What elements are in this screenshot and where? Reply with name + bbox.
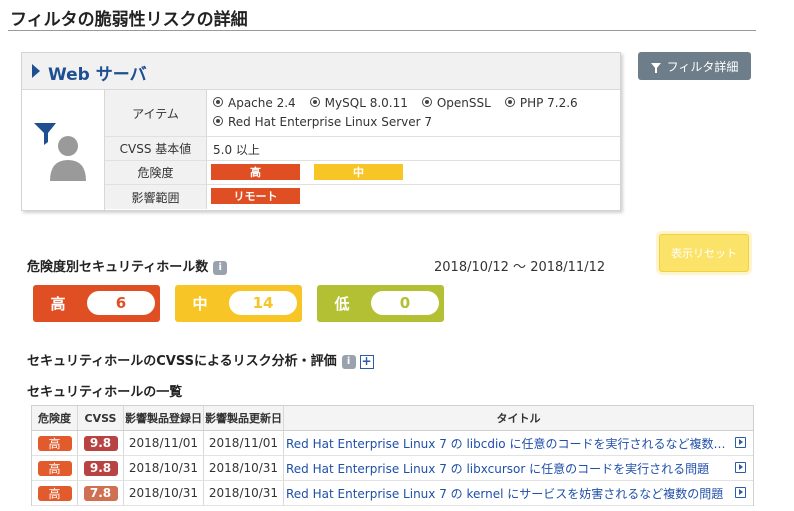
row-title-link[interactable]: Red Hat Enterprise Linux 7 の kernel にサービ… bbox=[286, 481, 726, 505]
filter-icon-cell bbox=[22, 90, 105, 210]
filter-user-icon bbox=[34, 123, 86, 181]
open-detail-icon[interactable] bbox=[735, 437, 746, 448]
filter-name: Web サーバ bbox=[48, 65, 147, 85]
caret-right-icon bbox=[32, 64, 40, 78]
severity-badge: 高 bbox=[37, 485, 72, 501]
filter-row-scope: 影響範囲 リモート bbox=[105, 185, 620, 209]
scope-label: 影響範囲 bbox=[105, 185, 207, 209]
date-range: 2018/10/12 ～ 2018/11/12 bbox=[434, 260, 606, 275]
filter-row-severity: 危険度 高 中 bbox=[105, 161, 620, 185]
filter-card: Web サーバ アイテム Apache 2.4 MySQL 8.0.11 OpenS… bbox=[21, 52, 621, 211]
table-header: 危険度 CVSS 影響製品登録日 影響製品更新日 タイトル bbox=[32, 406, 753, 431]
registered-date: 2018/10/31 bbox=[124, 481, 204, 505]
severity-summary-heading: 危険度別セキュリティホール数 i bbox=[27, 256, 228, 275]
info-icon[interactable]: i bbox=[341, 354, 356, 369]
row-title-link[interactable]: Red Hat Enterprise Linux 7 の libcdio に任意… bbox=[286, 431, 726, 455]
severity-label: 危険度 bbox=[105, 161, 207, 184]
bullet-icon bbox=[421, 97, 432, 107]
item-php: PHP 7.2.6 bbox=[504, 94, 578, 113]
updated-date: 2018/11/01 bbox=[204, 431, 284, 455]
item-mysql: MySQL 8.0.11 bbox=[309, 94, 408, 113]
severity-badge: 高 bbox=[37, 460, 72, 476]
count-high-label: 高 bbox=[50, 295, 66, 313]
filter-card-header[interactable]: Web サーバ bbox=[22, 53, 620, 90]
table-row[interactable]: 高 9.8 2018/10/31 2018/10/31 Red Hat Enterpri… bbox=[32, 456, 753, 481]
filter-detail-label: フィルタ詳細 bbox=[666, 59, 739, 74]
bullet-icon bbox=[309, 97, 320, 107]
filter-detail-button[interactable]: フィルタ詳細 bbox=[638, 52, 751, 80]
cvss-label: CVSS 基本値 bbox=[105, 137, 207, 160]
registered-date: 2018/11/01 bbox=[124, 431, 204, 455]
expand-plus-icon[interactable]: + bbox=[359, 354, 374, 369]
filter-row-cvss: CVSS 基本値 5.0 以上 bbox=[105, 137, 620, 161]
bullet-icon bbox=[504, 97, 515, 107]
page-title: フィルタの脆弱性リスクの詳細 bbox=[10, 10, 248, 30]
cvss-badge: 9.8 bbox=[83, 460, 118, 476]
open-detail-icon[interactable] bbox=[735, 462, 746, 473]
count-medium-value: 14 bbox=[229, 291, 297, 315]
info-icon[interactable]: i bbox=[213, 260, 228, 275]
registered-date: 2018/10/31 bbox=[124, 456, 204, 480]
open-detail-icon[interactable] bbox=[735, 487, 746, 498]
count-high[interactable]: 高 6 bbox=[33, 285, 160, 322]
cvss-value: 5.0 以上 bbox=[213, 143, 260, 157]
severity-medium-tag: 中 bbox=[314, 164, 403, 180]
row-severity-cell: 高 bbox=[32, 431, 78, 455]
severity-high-tag: 高 bbox=[211, 164, 300, 180]
cvss-analysis-heading: セキュリティホールのCVSSによるリスク分析・評価 i + bbox=[27, 353, 374, 369]
item-rhel: Red Hat Enterprise Linux Server 7 bbox=[213, 113, 432, 132]
items-label: アイテム bbox=[105, 90, 207, 136]
col-title[interactable]: タイトル bbox=[284, 406, 753, 430]
severity-badge: 高 bbox=[37, 435, 72, 451]
row-severity-cell: 高 bbox=[32, 481, 78, 505]
scope-remote-tag: リモート bbox=[211, 188, 300, 204]
col-registered[interactable]: 影響製品登録日 bbox=[124, 406, 204, 430]
cvss-badge: 7.8 bbox=[83, 485, 118, 501]
filter-row-items: アイテム Apache 2.4 MySQL 8.0.11 OpenSSL PHP 7.… bbox=[105, 90, 620, 137]
col-severity[interactable]: 危険度 bbox=[32, 406, 78, 430]
row-cvss-cell: 9.8 bbox=[78, 456, 124, 480]
count-medium-label: 中 bbox=[192, 295, 208, 313]
count-medium[interactable]: 中 14 bbox=[175, 285, 302, 322]
cvss-badge: 9.8 bbox=[83, 435, 118, 451]
row-severity-cell: 高 bbox=[32, 456, 78, 480]
count-high-value: 6 bbox=[87, 291, 155, 315]
table-row[interactable]: 高 7.8 2018/10/31 2018/10/31 Red Hat Enterpri… bbox=[32, 481, 753, 506]
reset-display-button[interactable]: 表示リセット bbox=[659, 234, 749, 272]
updated-date: 2018/10/31 bbox=[204, 481, 284, 505]
col-updated[interactable]: 影響製品更新日 bbox=[204, 406, 284, 430]
updated-date: 2018/10/31 bbox=[204, 456, 284, 480]
count-low-value: 0 bbox=[371, 291, 439, 315]
title-divider bbox=[8, 30, 756, 31]
row-title-link[interactable]: Red Hat Enterprise Linux 7 の libxcursor … bbox=[286, 456, 726, 480]
row-cvss-cell: 7.8 bbox=[78, 481, 124, 505]
funnel-icon bbox=[650, 63, 661, 73]
count-low[interactable]: 低 0 bbox=[317, 285, 444, 322]
count-low-label: 低 bbox=[334, 295, 350, 313]
table-row[interactable]: 高 9.8 2018/11/01 2018/11/01 Red Hat Enterpri… bbox=[32, 431, 753, 456]
bullet-icon bbox=[213, 97, 223, 107]
security-hole-list-heading: セキュリティホールの一覧 bbox=[27, 385, 183, 400]
items-value: Apache 2.4 MySQL 8.0.11 OpenSSL PHP 7.2.6 Re… bbox=[213, 94, 613, 132]
col-cvss[interactable]: CVSS bbox=[78, 406, 124, 430]
item-openssl: OpenSSL bbox=[421, 94, 491, 113]
security-hole-table: 危険度 CVSS 影響製品登録日 影響製品更新日 タイトル 高 9.8 2018/1… bbox=[31, 405, 754, 506]
row-cvss-cell: 9.8 bbox=[78, 431, 124, 455]
item-apache: Apache 2.4 bbox=[213, 94, 296, 113]
bullet-icon bbox=[213, 116, 223, 126]
